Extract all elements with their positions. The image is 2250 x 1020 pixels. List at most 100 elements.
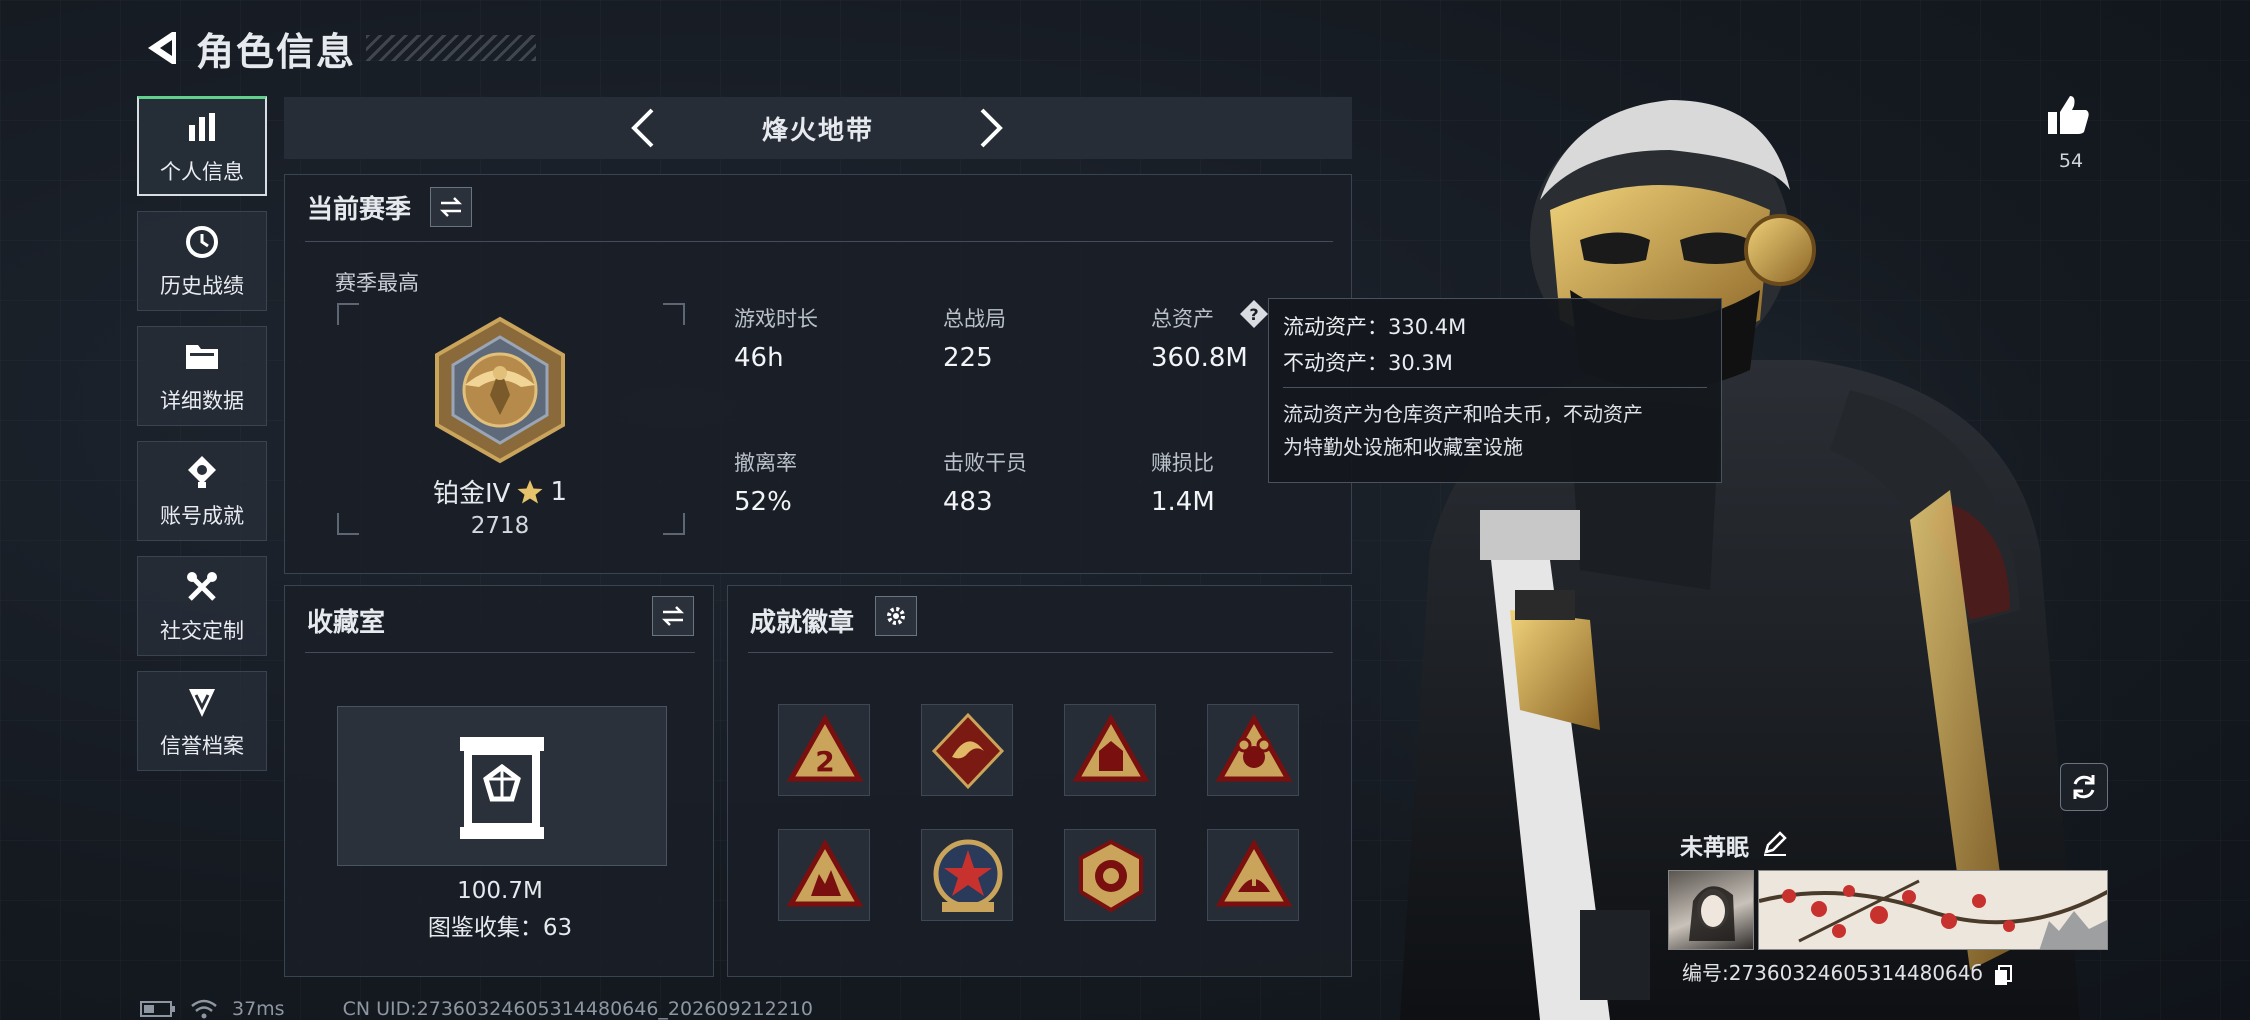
badge-icon (786, 838, 864, 907)
sidebar-item-label: 详细数据 (160, 389, 244, 413)
badge-icon: 2 (786, 713, 864, 782)
rank-line: 铂金IV 1 (285, 473, 715, 510)
avatar[interactable] (1668, 870, 1754, 950)
badge-icon (1072, 713, 1150, 782)
like-count: 54 (2058, 150, 2084, 172)
mode-next-button[interactable] (968, 105, 1014, 151)
sidebar-item-achievements[interactable]: 账号成就 (137, 441, 267, 541)
chevron-right-icon (980, 108, 1003, 148)
rank-name: 铂金IV (432, 479, 511, 509)
season-best-label: 赛季最高 (335, 271, 419, 295)
mode-selector: 烽火地带 (284, 97, 1352, 159)
stat-value: 52% (734, 487, 792, 517)
wifi-icon (191, 999, 217, 1019)
achievement-icon (182, 452, 222, 492)
tools-icon (182, 567, 222, 607)
liquid-assets: 流动资产：330.4M (1283, 315, 1467, 339)
mode-title: 烽火地带 (761, 115, 874, 146)
bar-chart-icon (182, 108, 222, 148)
history-icon (182, 222, 222, 262)
svg-text:2: 2 (815, 745, 834, 778)
sidebar-item-label: 社交定制 (160, 619, 244, 643)
stat-label: 总资产 (1151, 307, 1214, 331)
collection-panel: 收藏室 100.7M 图鉴收集：63 (284, 585, 714, 977)
battery-icon (140, 1001, 175, 1017)
sidebar-item-history[interactable]: 历史战绩 (137, 211, 267, 311)
divider (305, 652, 695, 653)
star-icon (517, 479, 543, 503)
sidebar-item-personal-info[interactable]: 个人信息 (137, 96, 267, 196)
badge-slot[interactable] (921, 704, 1013, 796)
rank-star-count: 1 (550, 476, 567, 507)
like-button[interactable] (2046, 92, 2096, 142)
sidebar-item-reputation[interactable]: 信誉档案 (137, 671, 267, 771)
tooltip-description: 流动资产为仓库资产和哈夫币，不动资产 (1283, 402, 1643, 426)
profile-banner[interactable] (1758, 870, 2108, 950)
header: 角色信息 (140, 18, 537, 78)
sidebar: 个人信息 历史战绩 详细数据 账号成就 社交定制 信誉档案 (137, 96, 267, 786)
uid-text: CN UID:27360324605314480646_202609212210 (342, 998, 813, 1020)
divider (305, 241, 1333, 242)
badge-slot[interactable] (921, 829, 1013, 921)
stat-label: 总战局 (943, 307, 1006, 331)
badge-icon (933, 839, 1003, 912)
edit-name-button[interactable] (1762, 830, 1788, 856)
sidebar-item-label: 账号成就 (160, 504, 244, 528)
refresh-icon (2073, 775, 2095, 799)
season-panel: 当前赛季 赛季最高 铂金IV 1 2718 游戏时长 46h 总战局 225 总… (284, 174, 1352, 574)
swap-icon (439, 197, 463, 217)
season-title: 当前赛季 (307, 195, 412, 225)
ping-text: 37ms (232, 998, 285, 1020)
player-id[interactable]: 编号:2736032460531448064б (1682, 957, 2013, 986)
sidebar-item-label: 信誉档案 (160, 734, 244, 758)
frame-corner (337, 303, 359, 325)
vault-icon (460, 737, 544, 839)
copy-icon[interactable] (1993, 964, 2013, 986)
tooltip-description: 为特勤处设施和收藏室设施 (1283, 435, 1523, 459)
rank-score: 2718 (470, 513, 530, 539)
stat-value: 483 (943, 487, 993, 517)
stat-value: 225 (943, 343, 993, 373)
stat-label: 击败干员 (943, 451, 1027, 475)
thumbs-up-icon (2048, 96, 2089, 134)
swap-icon (661, 606, 685, 626)
stat-label: 游戏时长 (734, 307, 818, 331)
badge-slot[interactable] (778, 829, 870, 921)
status-bar: 37ms CN UID:27360324605314480646_2026092… (140, 998, 813, 1020)
sidebar-item-detail-data[interactable]: 详细数据 (137, 326, 267, 426)
divider (748, 652, 1333, 653)
season-switch-button[interactable] (430, 187, 472, 227)
stat-value: 46h (734, 343, 784, 373)
folder-icon (182, 337, 222, 377)
player-id-text: 编号:2736032460531448064б (1682, 961, 1983, 985)
rank-emblem-icon (425, 315, 575, 465)
stat-value: 360.8M (1151, 343, 1248, 373)
collection-preview[interactable] (337, 706, 667, 866)
back-button[interactable] (140, 27, 182, 69)
badge-slot[interactable] (1064, 829, 1156, 921)
badge-slot[interactable] (1064, 704, 1156, 796)
sidebar-item-label: 历史战绩 (160, 274, 244, 298)
sidebar-item-social[interactable]: 社交定制 (137, 556, 267, 656)
asset-tooltip: 流动资产：330.4M 不动资产：30.3M 流动资产为仓库资产和哈夫币，不动资… (1268, 298, 1722, 483)
badges-settings-button[interactable] (875, 596, 917, 636)
stat-value: 1.4M (1151, 487, 1215, 517)
badge-slot[interactable]: 2 (778, 704, 870, 796)
collection-value: 100.7M (457, 878, 543, 904)
gear-icon (887, 607, 905, 625)
collection-catalog: 图鉴收集：63 (427, 915, 573, 941)
mode-prev-button[interactable] (620, 105, 666, 151)
player-name: 未苒眠 (1680, 835, 1749, 861)
badges-title: 成就徽章 (750, 608, 855, 638)
collection-switch-button[interactable] (652, 596, 694, 636)
pencil-icon (1764, 831, 1787, 856)
fixed-assets: 不动资产：30.3M (1283, 351, 1453, 375)
page-title: 角色信息 (196, 29, 357, 74)
stat-label: 撤离率 (734, 451, 797, 475)
title-decoration (366, 35, 537, 61)
frame-corner (663, 303, 685, 325)
badge-icon (1079, 839, 1143, 913)
back-arrow-icon (148, 32, 176, 64)
stat-label: 赚损比 (1151, 451, 1214, 475)
refresh-button[interactable] (2060, 763, 2108, 811)
